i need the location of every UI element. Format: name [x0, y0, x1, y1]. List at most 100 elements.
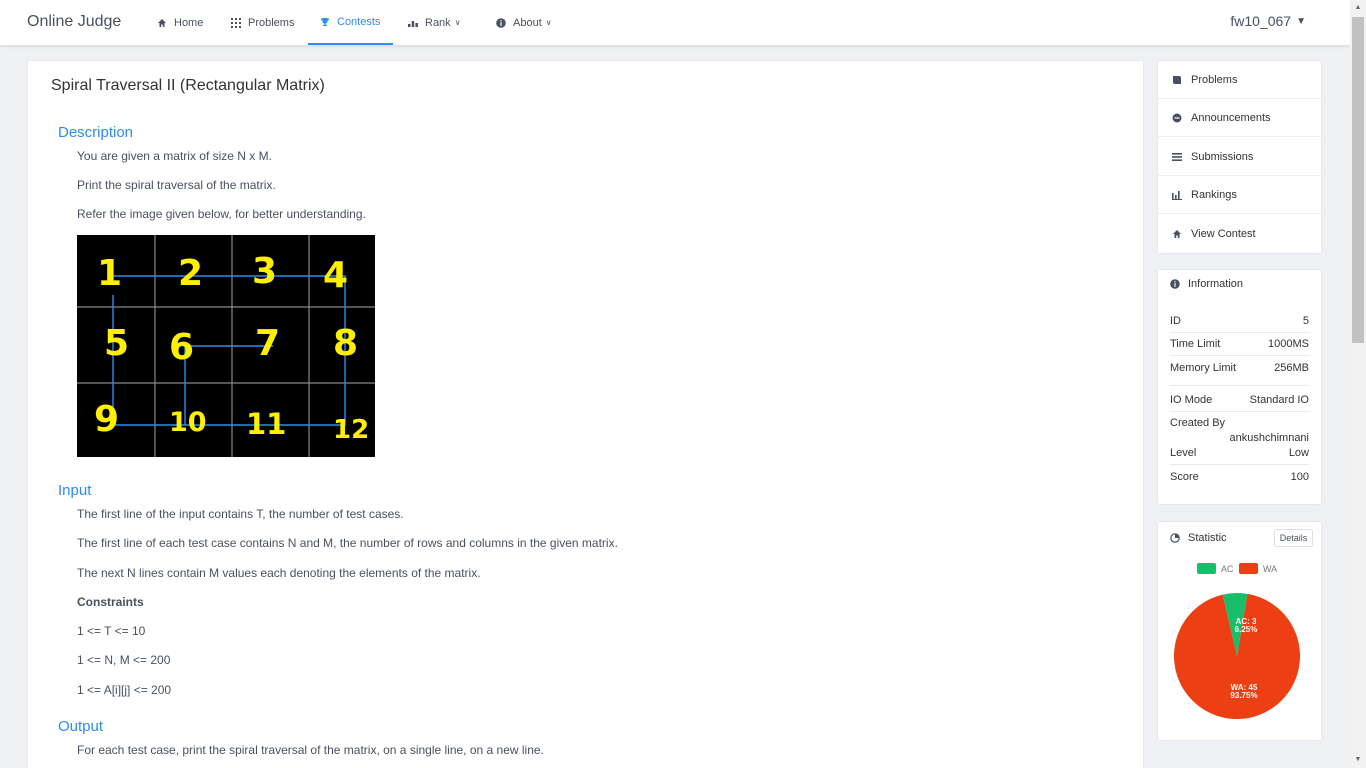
input-line: The first line of the input contains T, …	[77, 507, 404, 521]
info-key: Level	[1170, 447, 1197, 459]
nav-contests[interactable]: Contests	[308, 0, 393, 45]
matrix-number: 7	[255, 323, 281, 364]
bar-chart-icon	[1172, 190, 1182, 200]
constraint-line: 1 <= N, M <= 200	[77, 653, 171, 667]
matrix-number: 8	[333, 323, 359, 364]
input-line: The next N lines contain M values each d…	[77, 566, 481, 580]
top-navbar: Online Judge Home Problems Contests Rank…	[0, 0, 1350, 45]
constraints-heading: Constraints	[77, 595, 144, 609]
info-value: Low	[1288, 447, 1309, 459]
divider	[1170, 355, 1309, 356]
legend-item-wa[interactable]: WA	[1239, 563, 1277, 574]
nav-contests-label: Contests	[337, 15, 381, 28]
pie-label-wa-percent: 93.75%	[1230, 691, 1257, 700]
information-title: Information	[1188, 278, 1244, 290]
menu-problems-label: Problems	[1191, 73, 1238, 86]
user-menu[interactable]: fw10_067 ▼	[1230, 13, 1306, 29]
nav-about-label: About	[513, 16, 542, 29]
divider	[1170, 385, 1309, 386]
username: fw10_067	[1230, 13, 1292, 29]
matrix-number: 12	[333, 415, 370, 445]
info-row-created-by: Created By ankushchimnani	[1170, 417, 1309, 447]
nav-about[interactable]: About ∨	[496, 0, 552, 45]
pie-label-ac-percent: 6.25%	[1235, 625, 1258, 634]
menu-view-contest[interactable]: View Contest	[1158, 215, 1321, 253]
statistic-title: Statistic	[1188, 532, 1227, 544]
nav-home[interactable]: Home	[157, 0, 203, 45]
info-value: 5	[1302, 315, 1309, 327]
menu-problems[interactable]: Problems	[1158, 61, 1321, 99]
info-value: 100	[1290, 471, 1309, 483]
constraint-line: 1 <= A[i][j] <= 200	[77, 683, 172, 697]
matrix-number: 4	[323, 255, 349, 296]
matrix-number: 9	[94, 399, 120, 440]
matrix-number: 6	[169, 327, 195, 368]
problem-card: Spiral Traversal II (Rectangular Matrix)…	[27, 60, 1144, 768]
chevron-down-icon: ∨	[545, 18, 552, 27]
info-icon	[1170, 279, 1180, 289]
details-button[interactable]: Details	[1274, 529, 1313, 547]
home-icon	[1173, 230, 1181, 238]
scroll-down-arrow-icon[interactable]: ▼	[1350, 752, 1366, 768]
menu-submissions-label: Submissions	[1191, 150, 1254, 163]
trophy-icon	[321, 17, 329, 26]
description-line: Print the spiral traversal of the matrix…	[77, 178, 276, 192]
info-icon	[496, 17, 506, 28]
information-header: Information	[1170, 278, 1243, 290]
problem-title: Spiral Traversal II (Rectangular Matrix)	[51, 77, 325, 94]
menu-rankings[interactable]: Rankings	[1158, 176, 1321, 214]
legend-label: AC	[1221, 563, 1234, 574]
matrix-number: 11	[246, 407, 287, 441]
divider	[1170, 411, 1309, 412]
scroll-up-arrow-icon[interactable]: ▲	[1350, 0, 1366, 16]
divider	[1170, 464, 1309, 465]
info-key: IO Mode	[1170, 394, 1213, 406]
info-value: ankushchimnani	[1229, 432, 1310, 444]
site-logo[interactable]: Online Judge	[27, 13, 121, 31]
book-icon	[1173, 75, 1181, 84]
menu-rankings-label: Rankings	[1191, 188, 1237, 201]
nav-problems[interactable]: Problems	[231, 0, 294, 45]
menu-announcements[interactable]: Announcements	[1158, 99, 1321, 137]
matrix-number: 10	[169, 407, 207, 438]
info-key: ID	[1170, 315, 1181, 327]
home-icon	[158, 18, 166, 27]
divider	[1170, 332, 1309, 333]
matrix-number: 2	[178, 253, 204, 294]
nav-rank-label: Rank	[425, 16, 451, 29]
info-key: Memory Limit	[1170, 362, 1237, 374]
description-heading: Description	[58, 124, 134, 141]
bar-chart-icon	[408, 20, 418, 27]
matrix-number: 3	[252, 251, 278, 292]
input-heading: Input	[58, 482, 92, 499]
list-icon	[1172, 152, 1182, 161]
pie-chart-icon	[1170, 533, 1180, 543]
info-key: Score	[1170, 471, 1199, 483]
contest-menu-card: Problems Announcements Submissions Ranki…	[1157, 60, 1322, 254]
submission-pie-chart: AC: 3 6.25% WA: 45 93.75%	[1174, 593, 1300, 719]
menu-view-contest-label: View Contest	[1191, 228, 1256, 240]
statistic-header: Statistic	[1170, 532, 1227, 544]
output-heading: Output	[58, 718, 104, 735]
matrix-number: 5	[104, 323, 130, 364]
info-key: Created By	[1170, 417, 1226, 429]
nav-rank[interactable]: Rank ∨	[408, 0, 461, 45]
scrollbar-thumb[interactable]	[1352, 17, 1364, 343]
info-value: Standard IO	[1249, 394, 1309, 406]
legend-swatch-ac	[1197, 563, 1216, 574]
statistic-card: Statistic Details AC WA AC: 3 6.25% WA: …	[1157, 521, 1322, 741]
info-value: 1000MS	[1268, 338, 1309, 350]
input-line: The first line of each test case contain…	[77, 536, 618, 550]
nav-home-label: Home	[174, 16, 204, 29]
information-card: Information ID 5 Time Limit 1000MS Memor…	[1157, 269, 1322, 505]
menu-submissions[interactable]: Submissions	[1158, 138, 1321, 176]
chat-icon	[1172, 113, 1182, 122]
menu-announcements-label: Announcements	[1191, 111, 1271, 124]
info-value: 256MB	[1274, 362, 1309, 374]
grid-icon	[231, 17, 241, 28]
spiral-matrix-image: 1 2 3 4 5 6 7 8 9 10 11 12	[77, 235, 375, 457]
legend-item-ac[interactable]: AC	[1197, 563, 1234, 574]
constraint-line: 1 <= T <= 10	[77, 624, 146, 638]
page-scrollbar[interactable]: ▲ ▼	[1350, 0, 1366, 768]
legend-swatch-wa	[1239, 563, 1258, 574]
